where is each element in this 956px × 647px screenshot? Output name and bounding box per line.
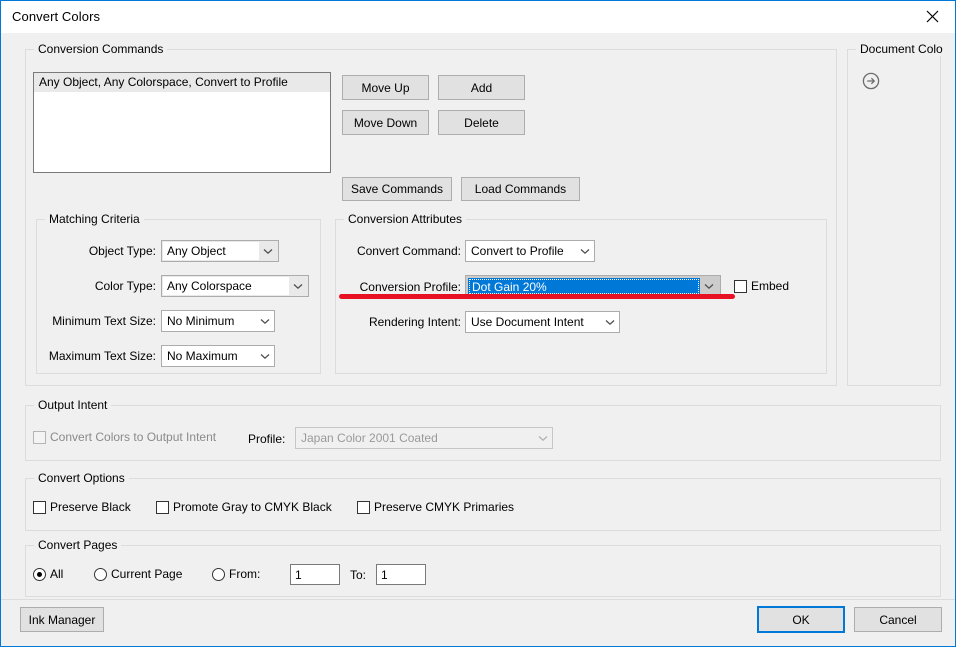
radio-from-label: From:: [229, 567, 261, 581]
rendering-intent-label: Rendering Intent:: [368, 315, 461, 329]
preserve-cmyk-primaries-label: Preserve CMYK Primaries: [374, 500, 515, 514]
convert-colors-dialog: Convert Colors Conversion Commands Any O…: [0, 0, 956, 647]
radio-dot: [94, 567, 107, 581]
close-icon[interactable]: [909, 1, 955, 32]
output-intent-profile-label: Profile:: [248, 432, 286, 446]
page-to-input[interactable]: [376, 564, 426, 585]
maximum-text-size-label: Maximum Text Size:: [48, 349, 156, 363]
rendering-intent-combo[interactable]: Use Document Intent: [465, 311, 620, 333]
convert-pages-legend: Convert Pages: [34, 538, 122, 552]
ok-button[interactable]: OK: [757, 606, 845, 633]
checkbox-box: [33, 430, 46, 444]
document-colors-legend: Document Colo: [856, 42, 947, 56]
radio-from[interactable]: From:: [212, 567, 260, 581]
conversion-profile-value: Dot Gain 20%: [468, 278, 700, 295]
convert-command-value: Convert to Profile: [471, 244, 564, 258]
convert-command-combo[interactable]: Convert to Profile: [465, 240, 595, 262]
radio-dot: [33, 567, 46, 581]
checkbox-box: [156, 500, 169, 514]
minimum-text-size-value: No Minimum: [167, 314, 235, 328]
conversion-commands-listbox[interactable]: Any Object, Any Colorspace, Convert to P…: [33, 72, 331, 173]
embed-label: Embed: [751, 279, 790, 293]
window-title: Convert Colors: [12, 9, 101, 24]
delete-button[interactable]: Delete: [438, 110, 525, 135]
chevron-down-icon: [256, 346, 274, 366]
chevron-down-icon: [534, 428, 552, 448]
object-type-combo[interactable]: Any Object: [161, 240, 279, 262]
chevron-down-icon: [700, 278, 718, 295]
page-to-label: To:: [350, 568, 367, 582]
conversion-attributes-legend: Conversion Attributes: [344, 212, 467, 226]
conversion-profile-label: Conversion Profile:: [359, 280, 461, 294]
chevron-down-icon: [289, 277, 307, 295]
preserve-cmyk-primaries-checkbox[interactable]: Preserve CMYK Primaries: [357, 500, 514, 514]
embed-checkbox[interactable]: Embed: [734, 279, 789, 293]
ink-manager-button[interactable]: Ink Manager: [20, 607, 104, 632]
minimum-text-size-label: Minimum Text Size:: [52, 314, 156, 328]
checkbox-box: [357, 500, 370, 514]
checkbox-box: [33, 500, 46, 514]
matching-criteria-legend: Matching Criteria: [45, 212, 144, 226]
load-commands-button[interactable]: Load Commands: [461, 177, 580, 201]
radio-current-page[interactable]: Current Page: [94, 567, 182, 581]
object-type-value: Any Object: [163, 242, 259, 260]
cancel-button[interactable]: Cancel: [854, 607, 942, 632]
add-button[interactable]: Add: [438, 75, 525, 100]
arrow-right-circle-icon[interactable]: [862, 72, 880, 93]
output-intent-legend: Output Intent: [34, 398, 112, 412]
object-type-label: Object Type:: [88, 244, 156, 258]
color-type-label: Color Type:: [94, 279, 156, 293]
promote-gray-to-cmyk-black-checkbox[interactable]: Promote Gray to CMYK Black: [156, 500, 332, 514]
convert-command-label: Convert Command:: [356, 244, 461, 258]
chevron-down-icon: [576, 241, 594, 261]
radio-all[interactable]: All: [33, 567, 63, 581]
color-type-combo[interactable]: Any Colorspace: [161, 275, 309, 297]
convert-colors-to-output-intent-label: Convert Colors to Output Intent: [50, 430, 217, 444]
rendering-intent-value: Use Document Intent: [471, 315, 584, 329]
maximum-text-size-combo[interactable]: No Maximum: [161, 345, 275, 367]
chevron-down-icon: [601, 312, 619, 332]
document-colors-group: Document Colo: [847, 42, 947, 386]
minimum-text-size-combo[interactable]: No Minimum: [161, 310, 275, 332]
color-type-value: Any Colorspace: [163, 277, 289, 295]
conversion-commands-legend: Conversion Commands: [34, 42, 168, 56]
maximum-text-size-value: No Maximum: [167, 349, 238, 363]
footer-divider: [1, 599, 955, 600]
preserve-black-label: Preserve Black: [50, 500, 131, 514]
title-bar: Convert Colors: [1, 1, 955, 33]
output-intent-profile-combo[interactable]: Japan Color 2001 Coated: [295, 427, 553, 449]
output-intent-profile-value: Japan Color 2001 Coated: [296, 428, 534, 448]
preserve-black-checkbox[interactable]: Preserve Black: [33, 500, 131, 514]
radio-all-label: All: [50, 567, 64, 581]
convert-options-legend: Convert Options: [34, 471, 129, 485]
page-from-input[interactable]: [290, 564, 340, 585]
convert-colors-to-output-intent-checkbox[interactable]: Convert Colors to Output Intent: [33, 430, 216, 444]
conversion-profile-combo[interactable]: Dot Gain 20%: [465, 275, 721, 298]
checkbox-box: [734, 279, 747, 293]
move-down-button[interactable]: Move Down: [342, 110, 429, 135]
list-item[interactable]: Any Object, Any Colorspace, Convert to P…: [34, 73, 330, 92]
chevron-down-icon: [259, 242, 277, 260]
radio-dot: [212, 567, 225, 581]
chevron-down-icon: [256, 311, 274, 331]
move-up-button[interactable]: Move Up: [342, 75, 429, 100]
radio-current-page-label: Current Page: [111, 567, 183, 581]
save-commands-button[interactable]: Save Commands: [342, 177, 452, 201]
promote-gray-to-cmyk-black-label: Promote Gray to CMYK Black: [173, 500, 332, 514]
